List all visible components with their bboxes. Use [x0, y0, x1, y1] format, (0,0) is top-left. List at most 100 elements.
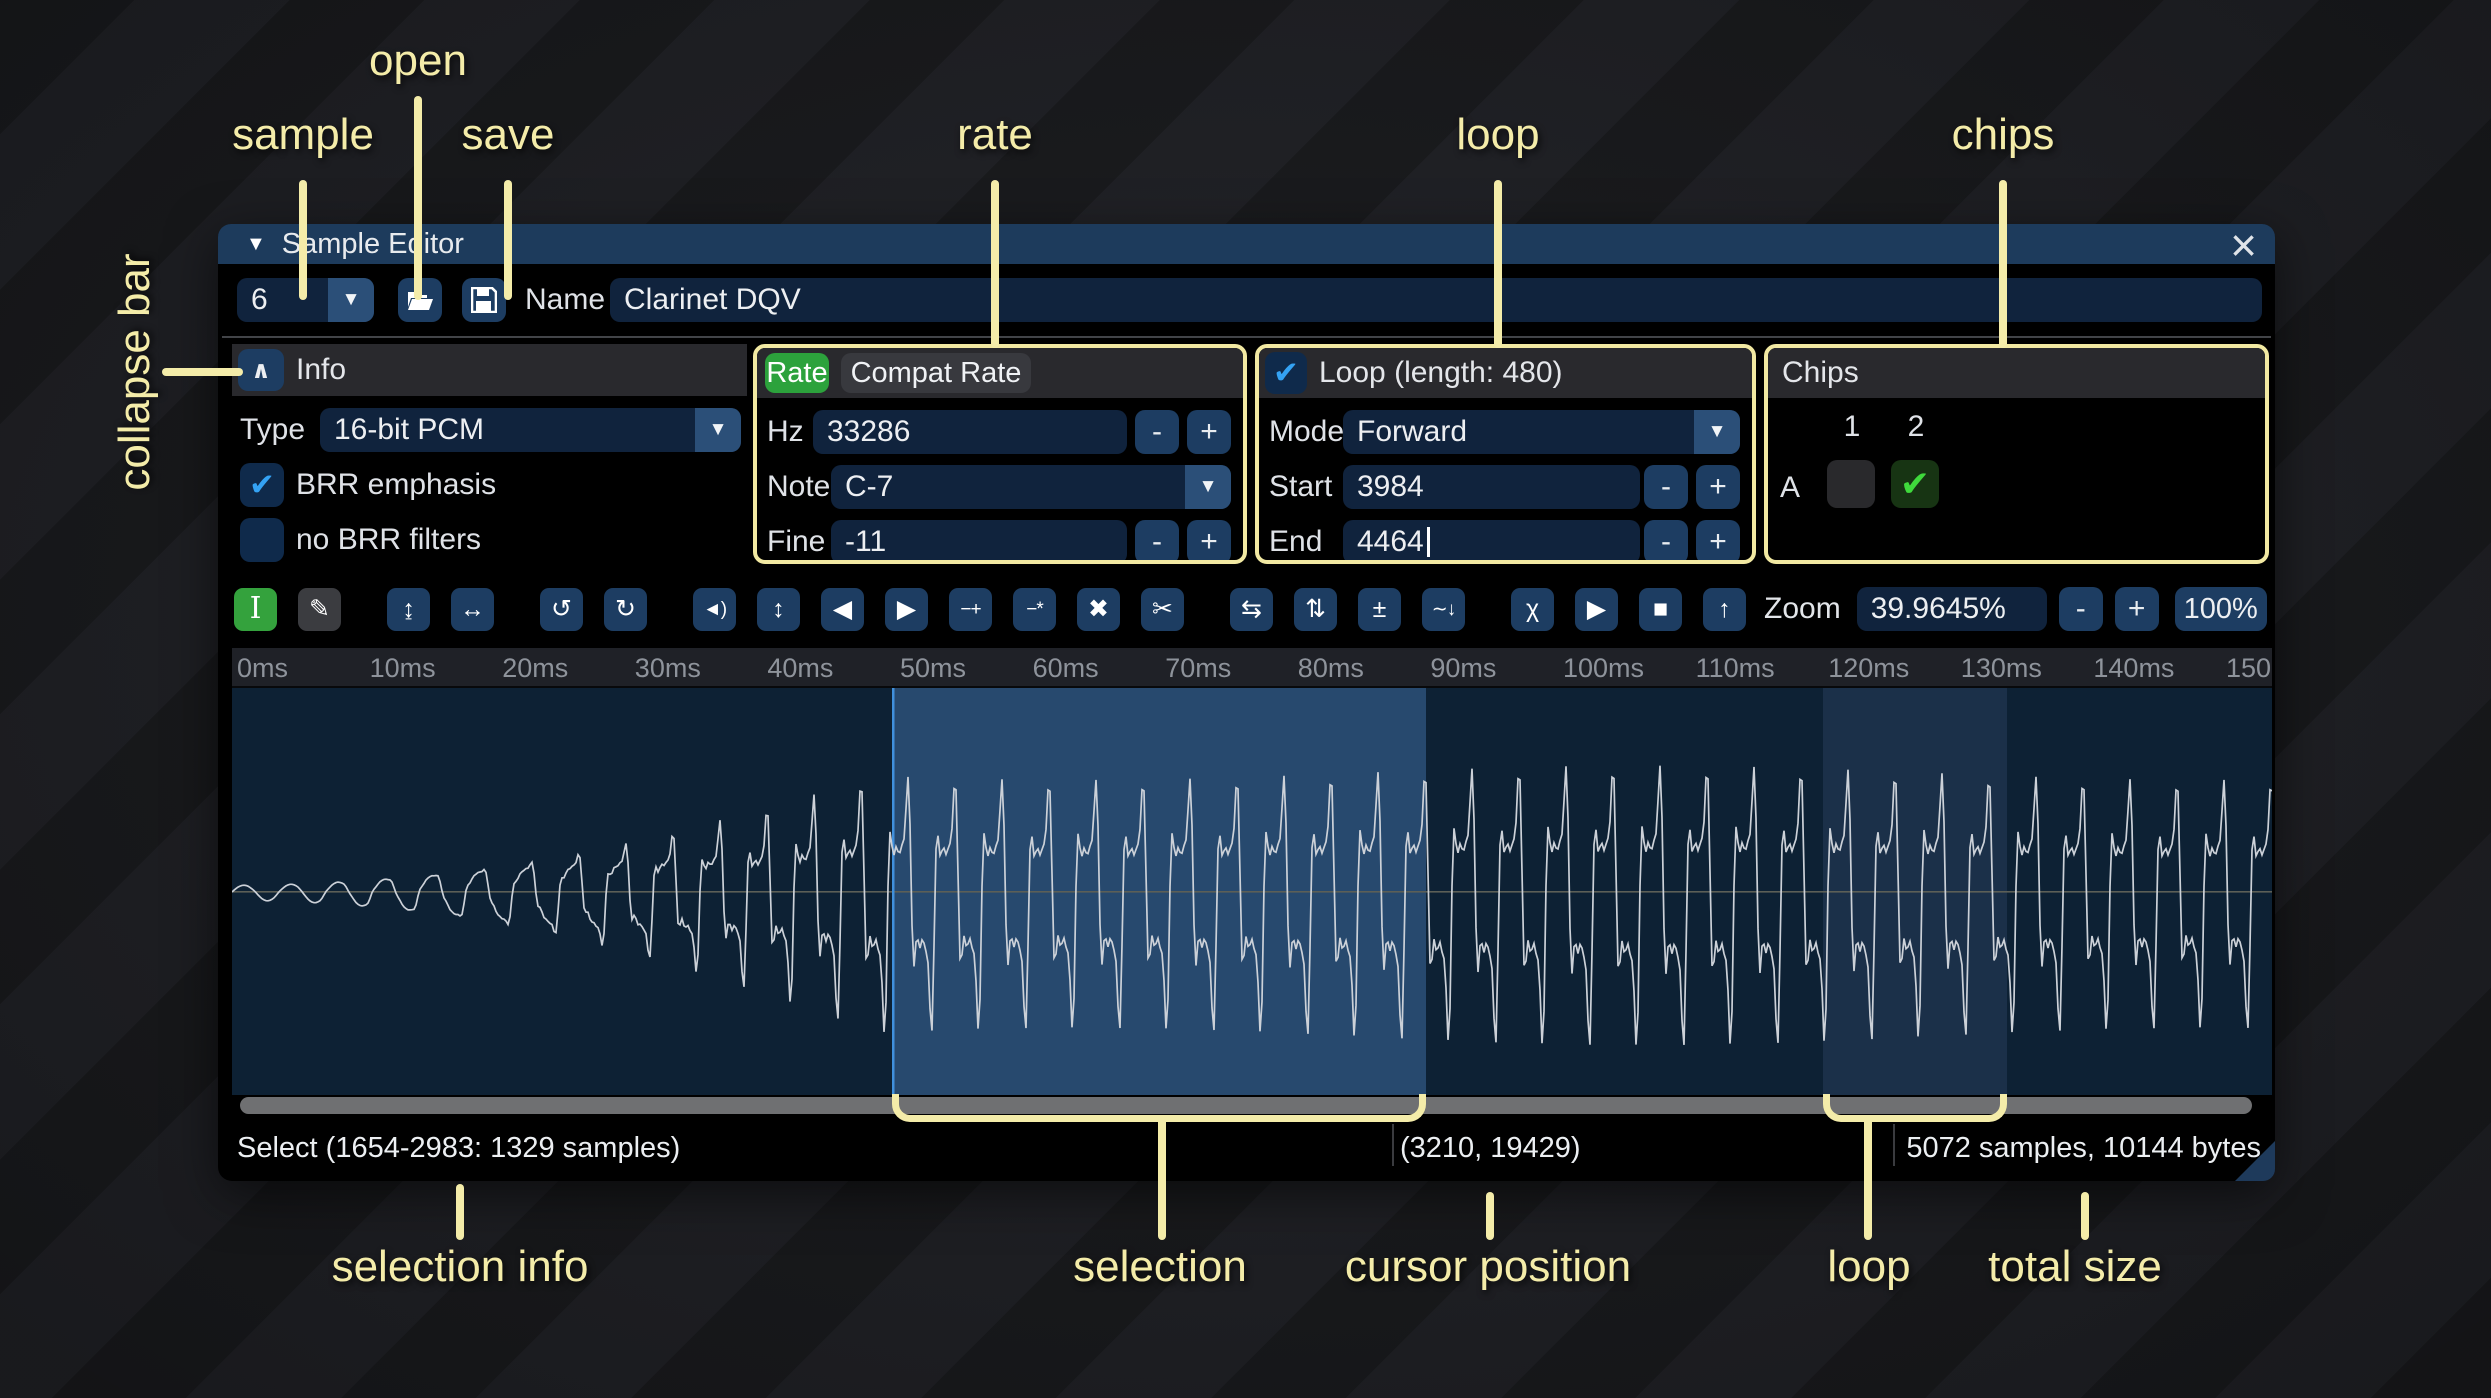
loop-end-minus-button[interactable]: -	[1644, 520, 1688, 560]
callout-line-loop-bottom	[1864, 1118, 1872, 1240]
fade-out-button[interactable]: ▶	[885, 587, 928, 631]
plus-icon: +	[2127, 592, 2146, 625]
apply-silence-button[interactable]: −*	[1013, 587, 1056, 631]
total-size-text: 5072 samples, 10144 bytes	[1906, 1132, 2261, 1164]
callout-line-total-size	[2081, 1192, 2089, 1240]
loop-start-input[interactable]: 3984	[1343, 465, 1640, 509]
waveform-display[interactable]	[232, 688, 2272, 1095]
text-cursor	[1426, 527, 1430, 557]
save-sample-button[interactable]	[462, 278, 506, 322]
brr-emphasis-checkbox[interactable]: ✔	[240, 463, 284, 507]
crossfade-loop-button[interactable]: χ	[1511, 587, 1554, 631]
fade-in-button[interactable]: ◀	[821, 587, 864, 631]
chips-panel-title: Chips	[1782, 356, 1859, 389]
fine-input[interactable]: -11	[831, 520, 1127, 560]
preview-sample-icon: ▶	[1586, 594, 1607, 623]
loop-start-plus-button[interactable]: +	[1696, 465, 1740, 509]
rate-panel-header: Rate Compat Rate	[757, 348, 1243, 398]
resize-button[interactable]: ↨	[387, 587, 430, 631]
chevron-down-icon[interactable]: ▼	[1694, 410, 1740, 454]
redo-button[interactable]: ↻	[604, 587, 647, 631]
callout-line-open	[414, 96, 422, 300]
name-input[interactable]: Clarinet DQV	[610, 278, 2262, 322]
minus-icon: -	[1661, 470, 1671, 503]
reverse-icon: ⇆	[1241, 594, 1262, 623]
type-select[interactable]: 16-bit PCM ▼	[320, 408, 741, 452]
name-label: Name	[525, 283, 606, 316]
window-collapse-triangle-icon[interactable]: ▼	[246, 233, 266, 256]
annotation-chips: chips	[1951, 110, 2055, 159]
reverse-button[interactable]: ⇆	[1230, 587, 1273, 631]
invert-icon: ⇅	[1305, 594, 1326, 623]
hz-plus-button[interactable]: +	[1187, 410, 1231, 454]
tool-group: χ ▶ ■ ↑	[1511, 587, 1746, 631]
fine-label: Fine	[767, 525, 826, 558]
callout-line-rate	[991, 180, 999, 348]
loop-end-input[interactable]: 4464	[1343, 520, 1640, 560]
zoom-in-button[interactable]: +	[2114, 587, 2159, 631]
type-value: 16-bit PCM	[334, 413, 485, 446]
undo-button[interactable]: ↺	[540, 587, 583, 631]
annotation-loop-bottom: loop	[1827, 1242, 1911, 1291]
window-titlebar[interactable]: ▼ Sample Editor ×	[218, 219, 2275, 271]
normalize-button[interactable]: ↕	[757, 587, 800, 631]
resample-button[interactable]: ↔	[451, 587, 494, 631]
zoom-input[interactable]: 39.9645%	[1856, 587, 2047, 631]
amplify-icon: ◄)	[702, 598, 727, 620]
rate-tab[interactable]: Rate	[765, 353, 829, 393]
invert-button[interactable]: ⇅	[1294, 587, 1337, 631]
delete-button[interactable]: ✖	[1077, 587, 1120, 631]
trim-button[interactable]: ✂	[1141, 587, 1184, 631]
check-icon: ✔	[1273, 355, 1299, 390]
status-divider	[1893, 1124, 1895, 1166]
plus-icon: +	[1709, 470, 1727, 503]
hz-minus-button[interactable]: -	[1135, 410, 1179, 454]
loop-enable-checkbox[interactable]: ✔	[1265, 352, 1307, 394]
callout-line-chips	[1999, 180, 2007, 348]
chevron-down-icon[interactable]: ▼	[695, 408, 741, 452]
sign-invert-button[interactable]: ±	[1358, 587, 1401, 631]
redo-icon: ↻	[615, 594, 636, 623]
sample-number-value: 6	[251, 283, 268, 316]
hz-input[interactable]: 33286	[813, 410, 1127, 454]
fine-plus-button[interactable]: +	[1187, 520, 1231, 560]
select-tool-button[interactable]: I	[234, 587, 277, 631]
apply-filter-button[interactable]: ∼↓	[1422, 587, 1465, 631]
tool-group: ⇆ ⇅ ± ∼↓	[1230, 587, 1465, 631]
fine-minus-button[interactable]: -	[1135, 520, 1179, 560]
zoom-out-button[interactable]: -	[2058, 587, 2103, 631]
crossfade-loop-icon: χ	[1525, 594, 1540, 623]
loop-end-plus-button[interactable]: +	[1696, 520, 1740, 560]
upload-sample-button[interactable]: ↑	[1703, 587, 1746, 631]
select-tool-icon: I	[249, 591, 262, 626]
chevron-down-icon[interactable]: ▼	[1185, 465, 1231, 509]
loop-mode-select[interactable]: Forward ▼	[1343, 410, 1740, 454]
chip-column-1-label: 1	[1843, 410, 1861, 443]
chip-2-checkbox[interactable]: ✔	[1891, 460, 1939, 508]
insert-silence-button[interactable]: −+	[949, 587, 992, 631]
ruler-tick: 50ms	[900, 653, 967, 683]
collapse-bar-button[interactable]: ∧	[238, 349, 284, 391]
chevron-down-icon[interactable]: ▼	[328, 278, 374, 322]
close-icon[interactable]: ×	[2230, 218, 2257, 272]
stop-preview-icon: ■	[1652, 594, 1669, 623]
note-select[interactable]: C-7 ▼	[831, 465, 1231, 509]
loop-start-minus-button[interactable]: -	[1644, 465, 1688, 509]
check-icon: ✔	[249, 467, 275, 502]
undo-icon: ↺	[551, 594, 572, 623]
zoom-reset-button[interactable]: 100%	[2174, 587, 2267, 631]
amplify-button[interactable]: ◄)	[693, 587, 736, 631]
time-ruler[interactable]: 0ms 10ms 20ms 30ms 40ms 50ms 60ms 70ms 80ms 90ms 1…	[232, 648, 2272, 688]
info-panel-title: Info	[296, 353, 347, 386]
compat-rate-tab[interactable]: Compat Rate	[841, 353, 1031, 393]
draw-tool-button[interactable]: ✎	[298, 587, 341, 631]
no-brr-filters-label: no BRR filters	[296, 523, 482, 556]
stop-preview-button[interactable]: ■	[1639, 587, 1682, 631]
preview-sample-button[interactable]: ▶	[1575, 587, 1618, 631]
no-brr-filters-checkbox[interactable]: ✔	[240, 518, 284, 562]
callout-line-cursor-position	[1486, 1192, 1494, 1240]
loop-end-value: 4464	[1357, 525, 1424, 558]
fade-out-icon: ▶	[896, 594, 917, 623]
status-bar: Select (1654-2983: 1329 samples) (3210, …	[218, 1116, 2275, 1181]
chip-1-checkbox[interactable]: ✔	[1827, 460, 1875, 508]
